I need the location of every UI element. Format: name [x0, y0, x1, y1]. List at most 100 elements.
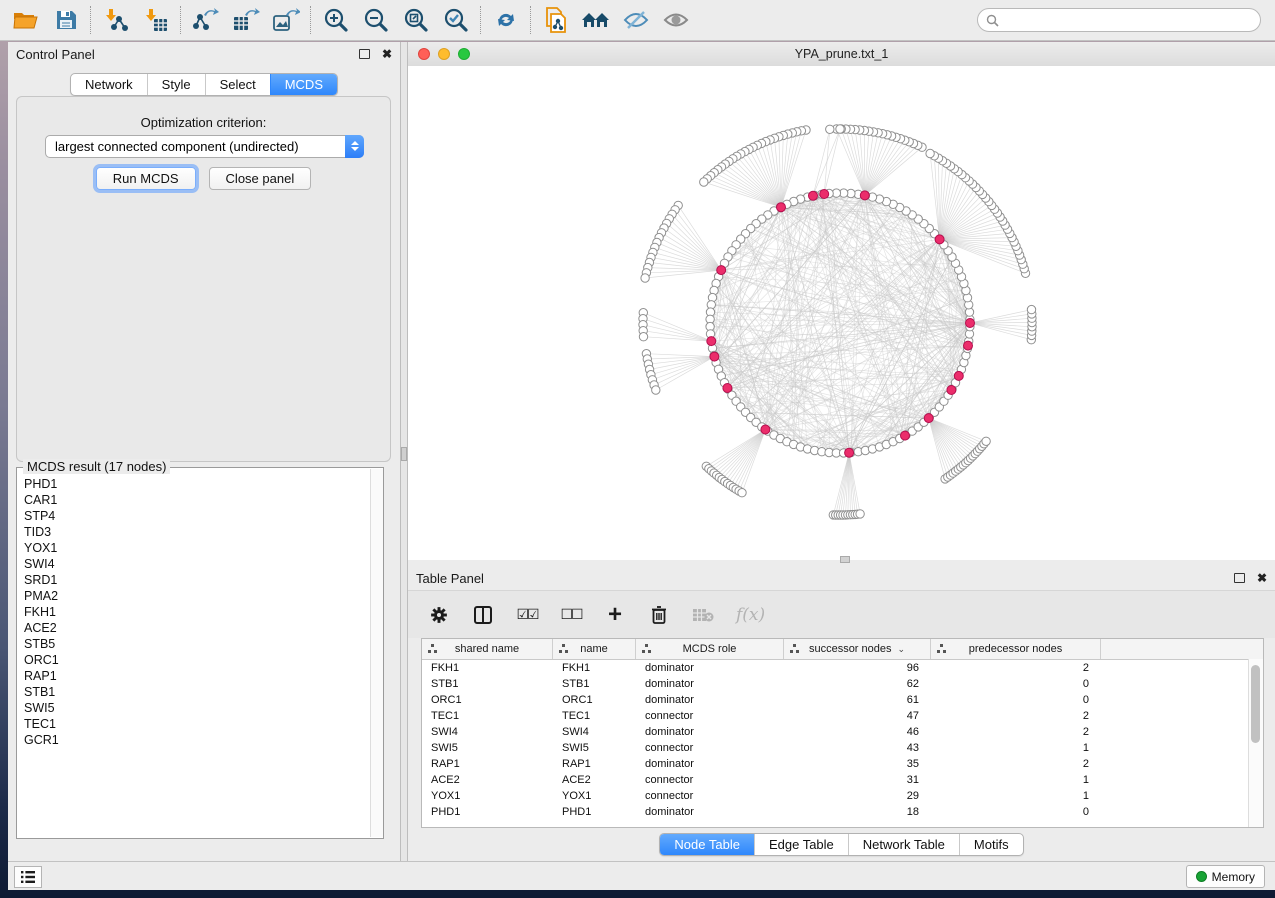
- run-mcds-button[interactable]: Run MCDS: [96, 167, 196, 190]
- deselect-all-rows-button[interactable]: ☐☐: [560, 603, 582, 627]
- close-panel-icon[interactable]: ✖: [1257, 572, 1267, 584]
- table-scrollbar[interactable]: [1248, 659, 1263, 827]
- table-row[interactable]: STB1STB1dominator620: [422, 676, 1263, 692]
- export-image-button[interactable]: [266, 3, 306, 37]
- graph-mcds-hub-node[interactable]: [966, 319, 975, 328]
- mcds-result-item[interactable]: CAR1: [24, 492, 370, 508]
- zoom-in-button[interactable]: [316, 3, 356, 37]
- mcds-result-item[interactable]: STB1: [24, 684, 370, 700]
- vertical-splitter[interactable]: [400, 42, 408, 862]
- search-input[interactable]: [1004, 12, 1260, 28]
- column-header-name[interactable]: name: [553, 639, 636, 659]
- delete-column-button[interactable]: [648, 603, 670, 627]
- first-neighbors-button[interactable]: [576, 3, 616, 37]
- table-scrollbar-thumb[interactable]: [1251, 665, 1260, 743]
- network-graph[interactable]: [408, 66, 1275, 560]
- table-options-button[interactable]: [428, 603, 450, 627]
- tab-motifs[interactable]: Motifs: [959, 834, 1023, 855]
- float-panel-icon[interactable]: [359, 49, 370, 59]
- table-row[interactable]: YOX1YOX1connector291: [422, 788, 1263, 804]
- table-row[interactable]: FKH1FKH1dominator962: [422, 660, 1263, 676]
- graph-mcds-hub-node[interactable]: [707, 337, 716, 346]
- tab-edge-table[interactable]: Edge Table: [754, 834, 848, 855]
- optimization-criterion-select[interactable]: largest connected component (undirected): [45, 135, 364, 158]
- graph-mcds-hub-node[interactable]: [777, 203, 786, 212]
- tab-style[interactable]: Style: [147, 74, 205, 95]
- table-row[interactable]: SWI4SWI4dominator462: [422, 724, 1263, 740]
- graph-satellite-node[interactable]: [982, 437, 990, 445]
- select-all-rows-button[interactable]: ☑☑: [516, 603, 538, 627]
- mcds-result-item[interactable]: STB5: [24, 636, 370, 652]
- task-history-button[interactable]: [14, 866, 42, 888]
- graph-mcds-hub-node[interactable]: [935, 235, 944, 244]
- column-header-predecessor-nodes[interactable]: predecessor nodes: [931, 639, 1101, 659]
- mcds-result-item[interactable]: PHD1: [24, 476, 370, 492]
- mcds-result-item[interactable]: SWI5: [24, 700, 370, 716]
- save-session-button[interactable]: [46, 3, 86, 37]
- graph-mcds-hub-node[interactable]: [761, 425, 770, 434]
- import-network-button[interactable]: [96, 3, 136, 37]
- tab-mcds[interactable]: MCDS: [270, 74, 337, 95]
- table-row[interactable]: PHD1PHD1dominator180: [422, 804, 1263, 820]
- mcds-list-scrollbar[interactable]: [370, 469, 383, 837]
- graph-satellite-node[interactable]: [639, 333, 647, 341]
- graph-mcds-hub-node[interactable]: [820, 190, 829, 199]
- column-header-successor-nodes[interactable]: successor nodes⌄: [784, 639, 931, 659]
- mcds-result-item[interactable]: RAP1: [24, 668, 370, 684]
- mcds-result-item[interactable]: PMA2: [24, 588, 370, 604]
- mcds-result-item[interactable]: SRD1: [24, 572, 370, 588]
- tab-select[interactable]: Select: [205, 74, 270, 95]
- graph-satellite-node[interactable]: [652, 386, 660, 394]
- show-all-button[interactable]: [656, 3, 696, 37]
- graph-satellite-node[interactable]: [738, 489, 746, 497]
- close-panel-button[interactable]: Close panel: [209, 167, 312, 190]
- column-header-shared-name[interactable]: shared name: [422, 639, 553, 659]
- import-table-button[interactable]: [136, 3, 176, 37]
- table-row[interactable]: SWI5SWI5connector431: [422, 740, 1263, 756]
- node-table[interactable]: shared namenameMCDS rolesuccessor nodes⌄…: [421, 638, 1264, 828]
- graph-mcds-hub-node[interactable]: [860, 191, 869, 200]
- mcds-result-list[interactable]: PHD1CAR1STP4TID3YOX1SWI4SRD1PMA2FKH1ACE2…: [18, 476, 370, 836]
- graph-mcds-hub-node[interactable]: [710, 352, 719, 361]
- tab-network[interactable]: Network: [71, 74, 147, 95]
- graph-mcds-hub-node[interactable]: [901, 431, 910, 440]
- zoom-selected-button[interactable]: [436, 3, 476, 37]
- graph-satellite-node[interactable]: [641, 274, 649, 282]
- mcds-result-item[interactable]: TEC1: [24, 716, 370, 732]
- search-field[interactable]: [977, 8, 1261, 32]
- memory-button[interactable]: Memory: [1186, 865, 1265, 888]
- network-canvas[interactable]: [408, 66, 1275, 560]
- vertical-splitter-handle[interactable]: [401, 447, 407, 461]
- table-row[interactable]: TEC1TEC1connector472: [422, 708, 1263, 724]
- float-panel-icon[interactable]: [1234, 573, 1245, 583]
- table-row[interactable]: ACE2ACE2connector311: [422, 772, 1263, 788]
- graph-satellite-node[interactable]: [700, 178, 708, 186]
- mcds-result-item[interactable]: FKH1: [24, 604, 370, 620]
- graph-mcds-hub-node[interactable]: [924, 414, 933, 423]
- graph-mcds-hub-node[interactable]: [964, 341, 973, 350]
- table-row[interactable]: RAP1RAP1dominator352: [422, 756, 1263, 772]
- tab-node-table[interactable]: Node Table: [660, 834, 754, 855]
- add-column-button[interactable]: +: [604, 603, 626, 627]
- tab-network-table[interactable]: Network Table: [848, 834, 959, 855]
- export-table-button[interactable]: [226, 3, 266, 37]
- mcds-result-item[interactable]: SWI4: [24, 556, 370, 572]
- column-header-MCDS-role[interactable]: MCDS role: [636, 639, 784, 659]
- graph-satellite-node[interactable]: [1027, 305, 1035, 313]
- graph-mcds-hub-node[interactable]: [809, 191, 818, 200]
- graph-mcds-hub-node[interactable]: [947, 386, 956, 395]
- graph-mcds-hub-node[interactable]: [845, 448, 854, 457]
- apply-layout-button[interactable]: [486, 3, 526, 37]
- graph-satellite-node[interactable]: [826, 125, 834, 133]
- zoom-fit-button[interactable]: [396, 3, 436, 37]
- graph-satellite-node[interactable]: [836, 125, 844, 133]
- show-column-panel-button[interactable]: [472, 603, 494, 627]
- graph-mcds-hub-node[interactable]: [723, 384, 732, 393]
- horizontal-splitter-handle[interactable]: [840, 556, 850, 563]
- table-row[interactable]: ORC1ORC1dominator610: [422, 692, 1263, 708]
- hide-selected-button[interactable]: [616, 3, 656, 37]
- graph-satellite-node[interactable]: [926, 149, 934, 157]
- mcds-result-item[interactable]: ORC1: [24, 652, 370, 668]
- open-session-button[interactable]: [6, 3, 46, 37]
- graph-satellite-node[interactable]: [856, 510, 864, 518]
